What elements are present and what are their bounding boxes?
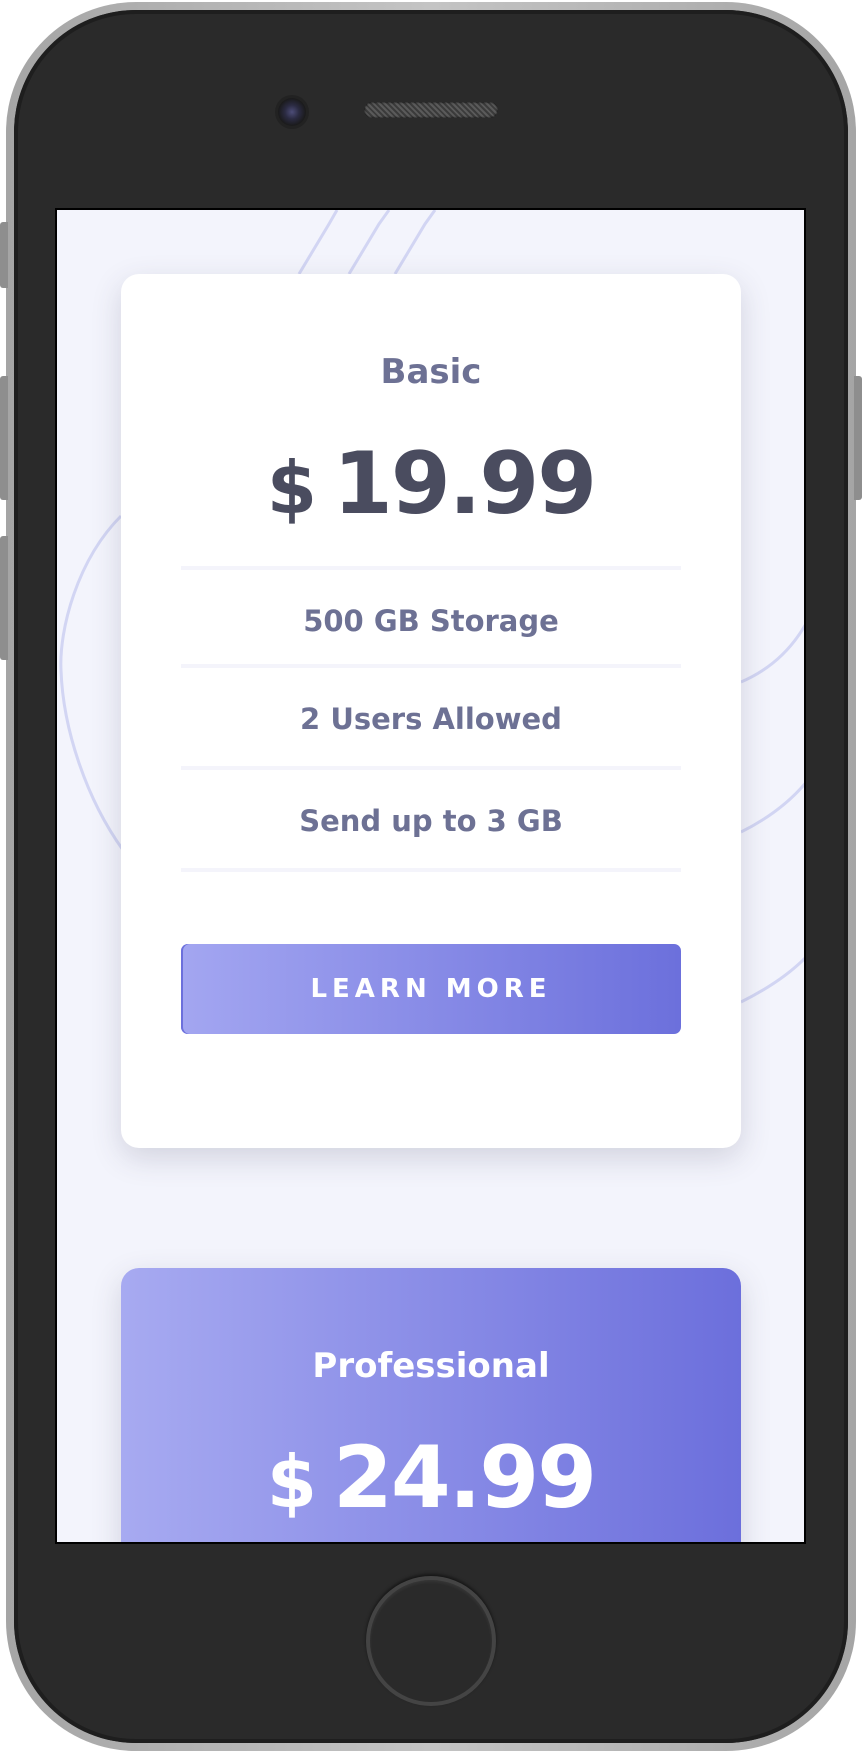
front-camera-icon [278, 98, 306, 126]
feature-list: 500 GB Storage 2 Users Allowed Send up t… [181, 566, 681, 872]
pricing-card-professional: Professional $24.99 [121, 1268, 741, 1542]
speaker-grille-icon [364, 102, 498, 118]
learn-more-button[interactable]: LEARN MORE [181, 944, 681, 1034]
volume-up-button [0, 376, 8, 500]
feature-item: Send up to 3 GB [181, 770, 681, 872]
power-button [854, 376, 862, 500]
plan-price: $19.99 [121, 434, 741, 538]
pricing-card-basic: Basic $19.99 500 GB Storage 2 Users Allo… [121, 274, 741, 1148]
phone-screen[interactable]: Basic $19.99 500 GB Storage 2 Users Allo… [55, 208, 806, 1544]
currency-symbol: $ [266, 1440, 317, 1524]
plan-price: $24.99 [121, 1428, 741, 1532]
feature-item: 500 GB Storage [181, 566, 681, 668]
volume-down-button [0, 536, 8, 660]
home-button-icon[interactable] [366, 1576, 496, 1706]
feature-item: 2 Users Allowed [181, 668, 681, 770]
plan-name: Professional [312, 1346, 550, 1386]
plan-name: Basic [380, 352, 482, 392]
price-amount: 24.99 [333, 1428, 597, 1528]
price-amount: 19.99 [333, 434, 597, 534]
currency-symbol: $ [266, 446, 317, 530]
silent-switch [0, 222, 8, 288]
